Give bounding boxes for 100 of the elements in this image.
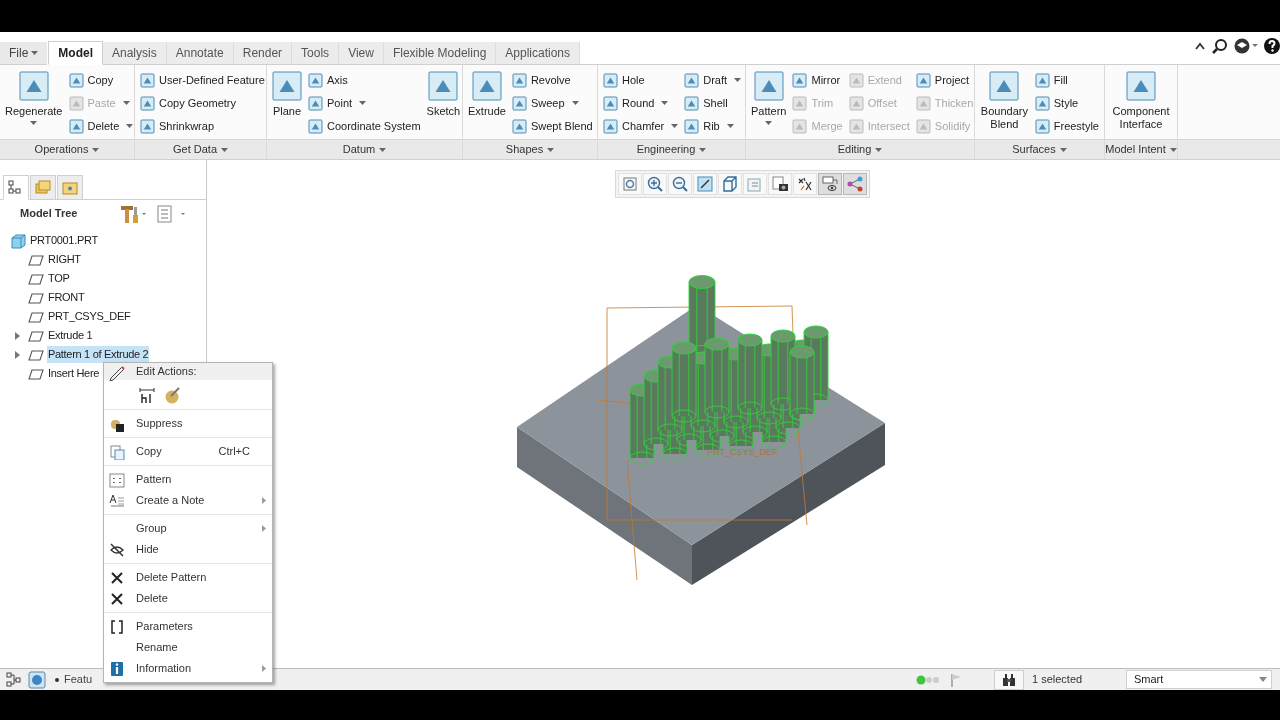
binoculars-icon <box>1002 672 1016 687</box>
menu-item[interactable]: Create a Note <box>104 490 272 511</box>
ribbon-button[interactable]: Axis <box>308 68 421 92</box>
tool-icon <box>915 95 931 111</box>
group-label[interactable]: Editing <box>746 139 974 159</box>
menu-item[interactable]: Delete <box>104 588 272 609</box>
group-label[interactable]: Get Data <box>135 139 266 159</box>
ribbon-tab[interactable]: Render <box>233 42 293 65</box>
submenu-arrow-icon <box>262 665 266 672</box>
layout-icon[interactable] <box>6 671 22 688</box>
tool-icon <box>915 118 931 134</box>
menu-item[interactable]: Hide <box>104 539 272 560</box>
search-icon[interactable] <box>1212 38 1228 54</box>
find-button[interactable] <box>994 669 1024 690</box>
group-label[interactable]: Surfaces <box>975 139 1104 159</box>
menu-item[interactable]: Pattern <box>104 469 272 490</box>
collapse-icon[interactable] <box>1194 41 1206 51</box>
sphere-pencil-icon <box>164 385 182 404</box>
ribbon-button[interactable]: Revolve <box>511 68 593 92</box>
ribbon-button[interactable]: Regenerate <box>5 68 63 138</box>
ribbon-button[interactable]: Round <box>603 91 679 115</box>
ribbon-button[interactable]: Delete <box>68 114 134 138</box>
ribbon-button[interactable]: Copy Geometry <box>140 91 265 115</box>
tree-item[interactable]: Pattern 1 of Extrude 2 <box>47 346 150 363</box>
ribbon-button[interactable]: Rib <box>684 114 742 138</box>
tree-item[interactable]: FRONT <box>47 289 86 306</box>
ribbon-tab[interactable]: Annotate <box>166 42 234 65</box>
menu-item[interactable]: Delete Pattern <box>104 567 272 588</box>
info-icon <box>109 660 125 677</box>
ribbon-button[interactable]: Hole <box>603 68 679 92</box>
group-label[interactable]: Model Intent <box>1105 139 1177 159</box>
tree-item[interactable]: Extrude 1 <box>47 327 94 344</box>
ribbon-tab[interactable]: File <box>0 42 48 65</box>
tree-item[interactable]: RIGHT <box>47 251 82 268</box>
view-toolbar-button[interactable] <box>818 173 842 195</box>
tree-item[interactable]: TOP <box>47 270 71 287</box>
menu-item[interactable]: Group <box>104 518 272 539</box>
status-light-icon <box>916 674 940 685</box>
ribbon-tab[interactable]: Applications <box>496 42 581 65</box>
edit-definition-button[interactable] <box>163 384 183 405</box>
caret-icon <box>734 78 742 82</box>
browser-icon[interactable] <box>28 670 46 689</box>
tool-icon <box>272 71 302 101</box>
ribbon-tab[interactable]: Flexible Modeling <box>383 42 497 65</box>
panel-title: Model Tree <box>20 206 78 222</box>
ribbon-tab[interactable]: Model <box>48 41 103 65</box>
ribbon-button[interactable]: Style <box>1034 91 1099 115</box>
ribbon-tab[interactable]: Tools <box>292 42 340 65</box>
group-label[interactable]: Shapes <box>463 139 597 159</box>
ribbon-button[interactable]: Sketch <box>426 68 461 138</box>
caret-icon <box>122 101 130 105</box>
tool-icon <box>1034 118 1050 134</box>
ribbon-button[interactable]: Freestyle <box>1034 114 1099 138</box>
tool-icon <box>140 95 155 111</box>
ribbon-button[interactable]: Project <box>915 68 974 92</box>
group-label[interactable]: Datum <box>267 139 462 159</box>
ribbon-button[interactable]: Draft <box>684 68 742 92</box>
ribbon-button[interactable]: Component Interface <box>1110 68 1172 138</box>
expand-arrow-icon[interactable] <box>12 349 22 360</box>
ribbon-button[interactable]: Sweep <box>511 91 593 115</box>
menu-item[interactable]: Information <box>104 658 272 679</box>
ribbon-button[interactable]: Mirror <box>792 68 843 92</box>
ribbon-button[interactable]: Swept Blend <box>511 114 593 138</box>
menu-item[interactable]: Suppress <box>104 413 272 434</box>
selection-filter-dropdown[interactable]: Smart <box>1126 670 1272 689</box>
group-label[interactable]: Operations <box>0 139 134 159</box>
ribbon-button[interactable]: Boundary Blend <box>980 68 1029 138</box>
ribbon-button[interactable]: Shell <box>684 91 742 115</box>
tool-icon <box>1034 95 1050 111</box>
delete-icon <box>109 569 125 586</box>
ribbon-button[interactable]: Extrude <box>468 68 506 138</box>
tool-icon <box>684 72 700 88</box>
group-label[interactable]: Engineering <box>598 139 745 159</box>
view-toolbar-button[interactable] <box>793 173 817 195</box>
ribbon-button[interactable]: Copy <box>68 68 134 92</box>
ribbon-tab[interactable]: View <box>339 42 384 65</box>
ribbon-button[interactable]: Pattern <box>751 68 787 138</box>
tree-item[interactable]: PRT_CSYS_DEF <box>47 308 132 325</box>
view-toolbar-button[interactable] <box>768 173 792 195</box>
help-icon[interactable] <box>1264 38 1280 54</box>
ribbon-button[interactable]: Shrinkwrap <box>140 114 265 138</box>
expand-arrow-icon[interactable] <box>12 330 22 341</box>
ribbon-button[interactable]: Chamfer <box>603 114 679 138</box>
navigator-tab[interactable] <box>3 175 29 200</box>
tree-item[interactable]: PRT0001.PRT <box>29 232 99 249</box>
menu-item[interactable]: Parameters <box>104 616 272 637</box>
datum-display-icon <box>796 175 814 193</box>
ribbon-button[interactable]: User-Defined Feature <box>140 68 265 92</box>
menu-item[interactable]: Rename <box>104 637 272 658</box>
tree-item[interactable]: Insert Here <box>47 365 101 382</box>
ribbon-button[interactable]: Point <box>308 91 421 115</box>
ribbon-button[interactable]: Plane <box>272 68 302 138</box>
ribbon-tab[interactable]: Analysis <box>103 42 167 65</box>
tool-icon <box>140 72 155 88</box>
ribbon-button[interactable]: Coordinate System <box>308 114 421 138</box>
hammer-screwdriver-icon[interactable] <box>120 204 146 223</box>
ribbon-button[interactable]: Fill <box>1034 68 1099 92</box>
zoom-in-icon <box>646 175 664 193</box>
menu-item[interactable]: Copy Ctrl+C <box>104 441 272 462</box>
bullet-icon <box>55 677 59 682</box>
